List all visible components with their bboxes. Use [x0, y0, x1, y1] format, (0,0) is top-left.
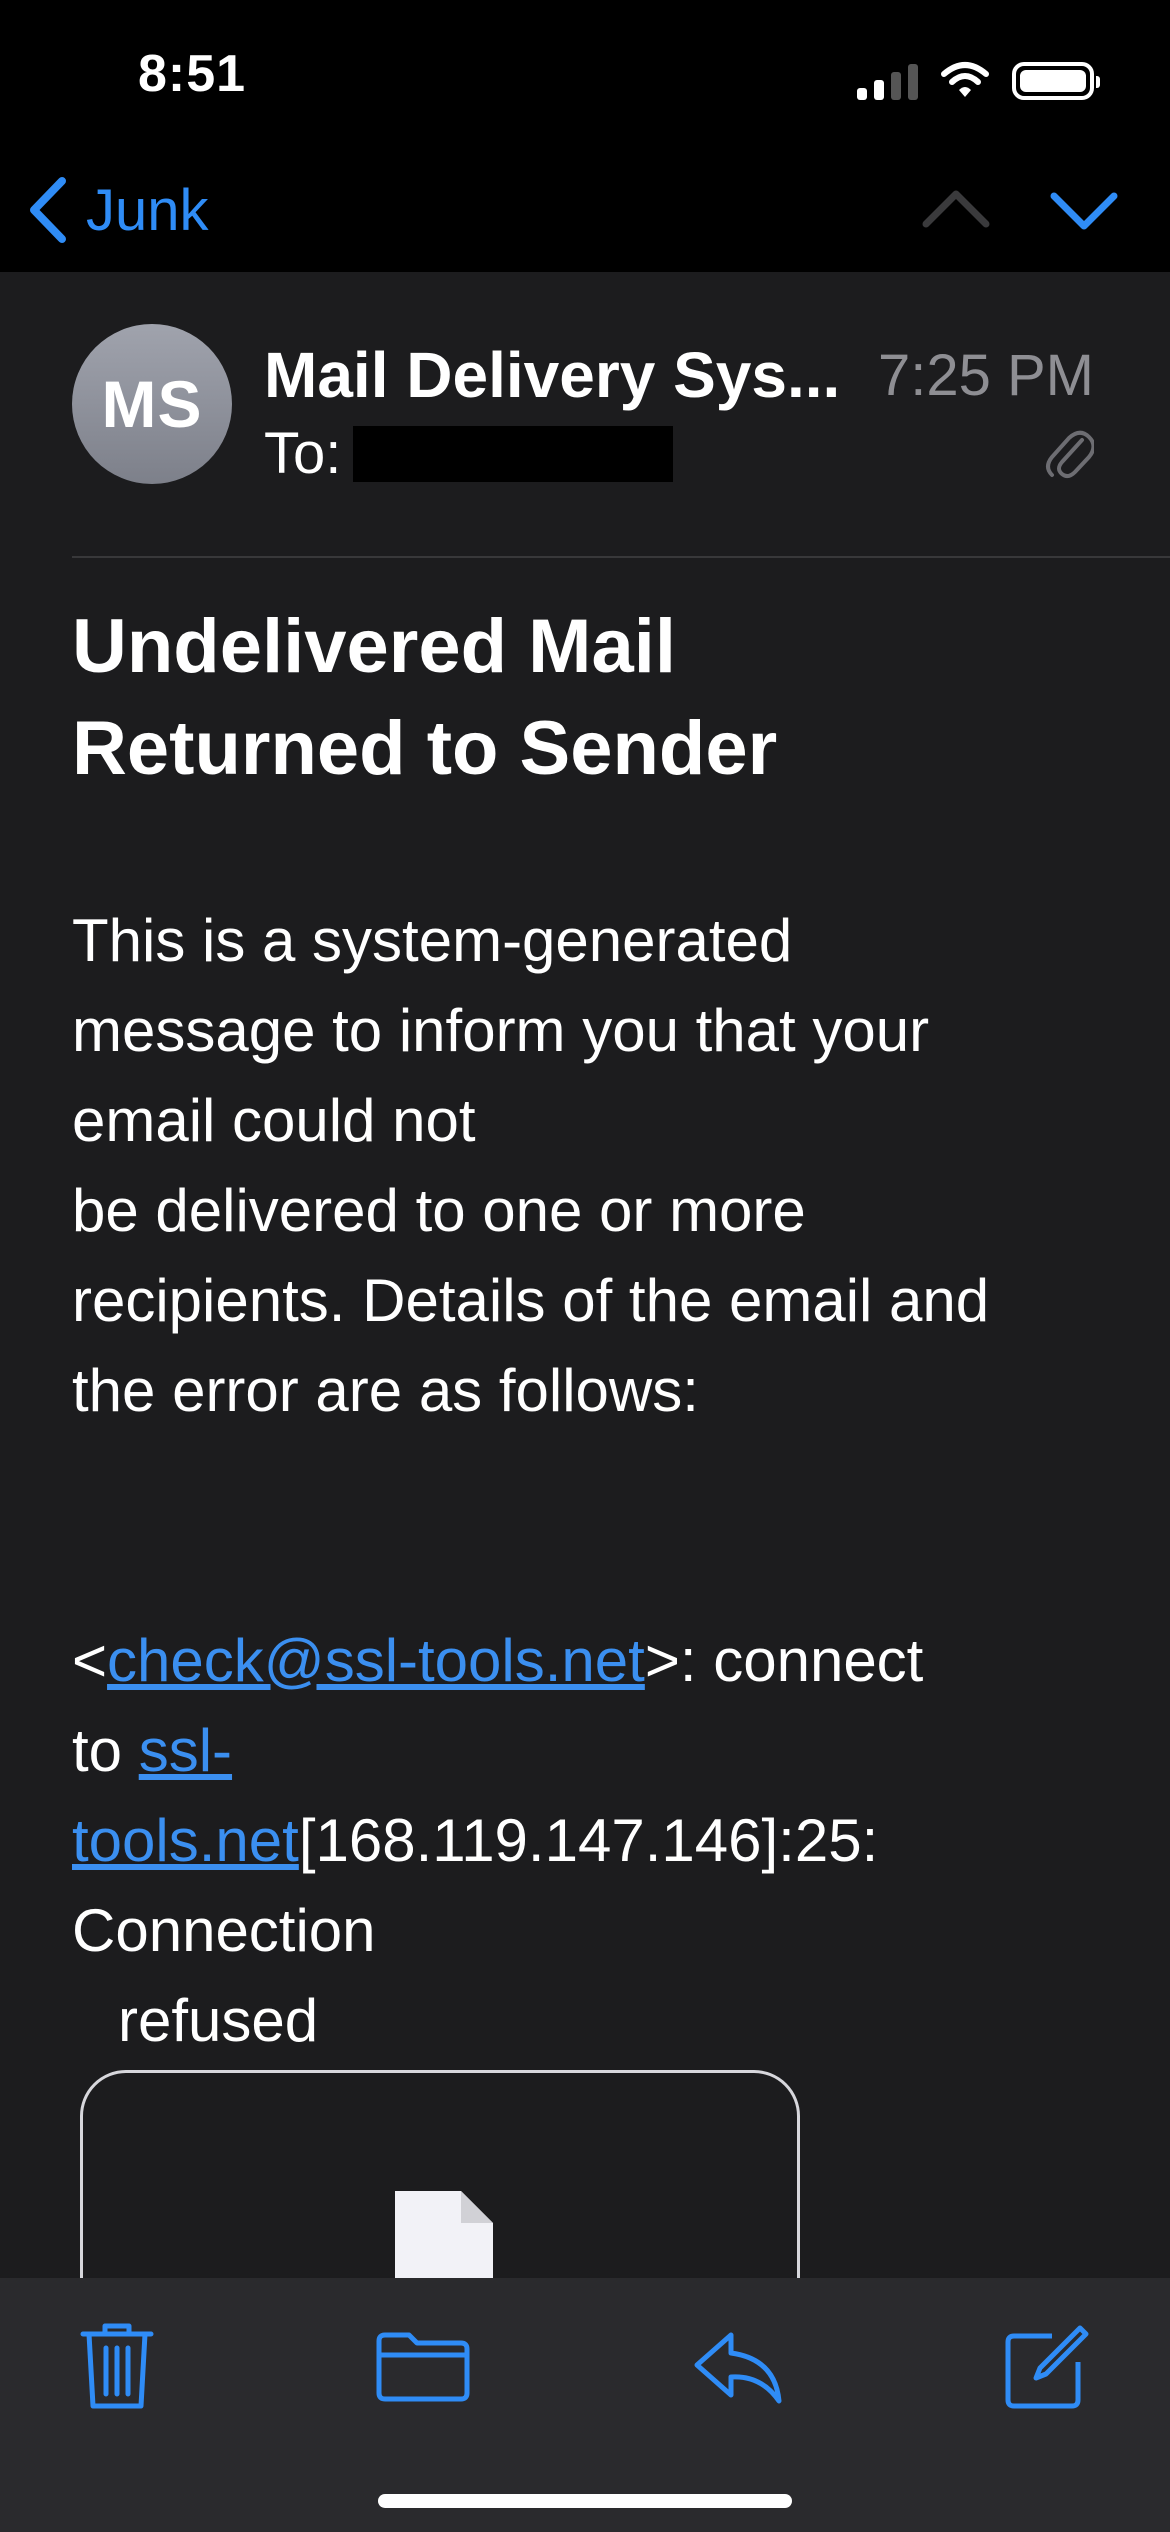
error-address: [168.119.147.146]:25: — [298, 1807, 879, 1874]
body-line: This is a system-generated — [72, 907, 793, 974]
error-line: to ssl- — [72, 1706, 1112, 1796]
header-divider — [72, 556, 1170, 558]
move-to-folder-button[interactable] — [368, 2312, 478, 2422]
host-link-part-2[interactable]: tools.net — [72, 1807, 299, 1874]
next-message-button[interactable] — [1048, 174, 1120, 244]
chevron-left-icon — [30, 177, 66, 243]
reply-button[interactable] — [684, 2312, 794, 2422]
back-button-label: Junk — [86, 177, 209, 243]
sender-avatar[interactable]: MS — [72, 324, 232, 484]
message-header[interactable]: MS Mail Delivery Sys... 7:25 PM To: — [0, 272, 1170, 558]
message-navigation — [920, 174, 1120, 244]
error-line: refused — [118, 1987, 319, 2054]
status-time: 8:51 — [138, 45, 247, 103]
trash-button[interactable] — [62, 2312, 172, 2422]
error-text: >: connect — [644, 1627, 924, 1694]
body-line: recipients. Details of the email and — [72, 1267, 990, 1334]
body-line: be delivered to one or more — [72, 1177, 806, 1244]
trash-icon — [80, 2323, 154, 2409]
error-open-bracket: < — [72, 1627, 108, 1694]
folder-icon — [376, 2332, 470, 2402]
paperclip-icon — [1046, 430, 1094, 479]
message-subject: Undelivered Mail Returned to Sender — [72, 596, 1082, 800]
message-body: This is a system-generated message to in… — [72, 896, 1112, 2066]
error-line: <check@ssl-tools.net>: connect — [72, 1616, 1112, 1706]
navigation-bar: Junk — [0, 150, 1170, 272]
to-label: To: — [264, 421, 342, 486]
body-line: the error are as follows: — [72, 1357, 699, 1424]
reply-icon — [694, 2332, 782, 2404]
redacted-recipient — [353, 425, 674, 482]
email-link[interactable]: check@ssl-tools.net — [107, 1627, 645, 1694]
compose-icon — [1005, 2325, 1089, 2409]
recipient-row[interactable]: To: — [264, 420, 674, 487]
compose-button[interactable] — [992, 2312, 1102, 2422]
host-link-part-1[interactable]: ssl- — [139, 1717, 232, 1784]
previous-message-button[interactable] — [920, 174, 992, 244]
body-line: email could not — [72, 1087, 476, 1154]
error-text: to — [72, 1717, 139, 1784]
error-line: tools.net[168.119.147.146]:25: — [72, 1796, 1112, 1886]
message-time: 7:25 PM — [878, 343, 1094, 408]
sender-name[interactable]: Mail Delivery Sys... — [264, 338, 840, 412]
subject-line-1: Undelivered Mail — [72, 604, 676, 689]
back-to-junk-button[interactable]: Junk — [26, 170, 209, 250]
wifi-icon — [941, 62, 989, 97]
status-bar: 8:51 — [0, 0, 1170, 150]
subject-line-2: Returned to Sender — [72, 706, 778, 791]
cellular-signal-icon — [857, 62, 918, 100]
status-icons — [857, 54, 1100, 100]
mail-message-screen: 8:51 Junk MS Mail Delivery Sys... 7:25 P… — [0, 0, 1170, 2532]
battery-icon — [1012, 62, 1100, 100]
home-indicator[interactable] — [378, 2494, 792, 2508]
error-line: Connection — [72, 1897, 376, 1964]
body-line: message to inform you that your — [72, 997, 930, 1064]
